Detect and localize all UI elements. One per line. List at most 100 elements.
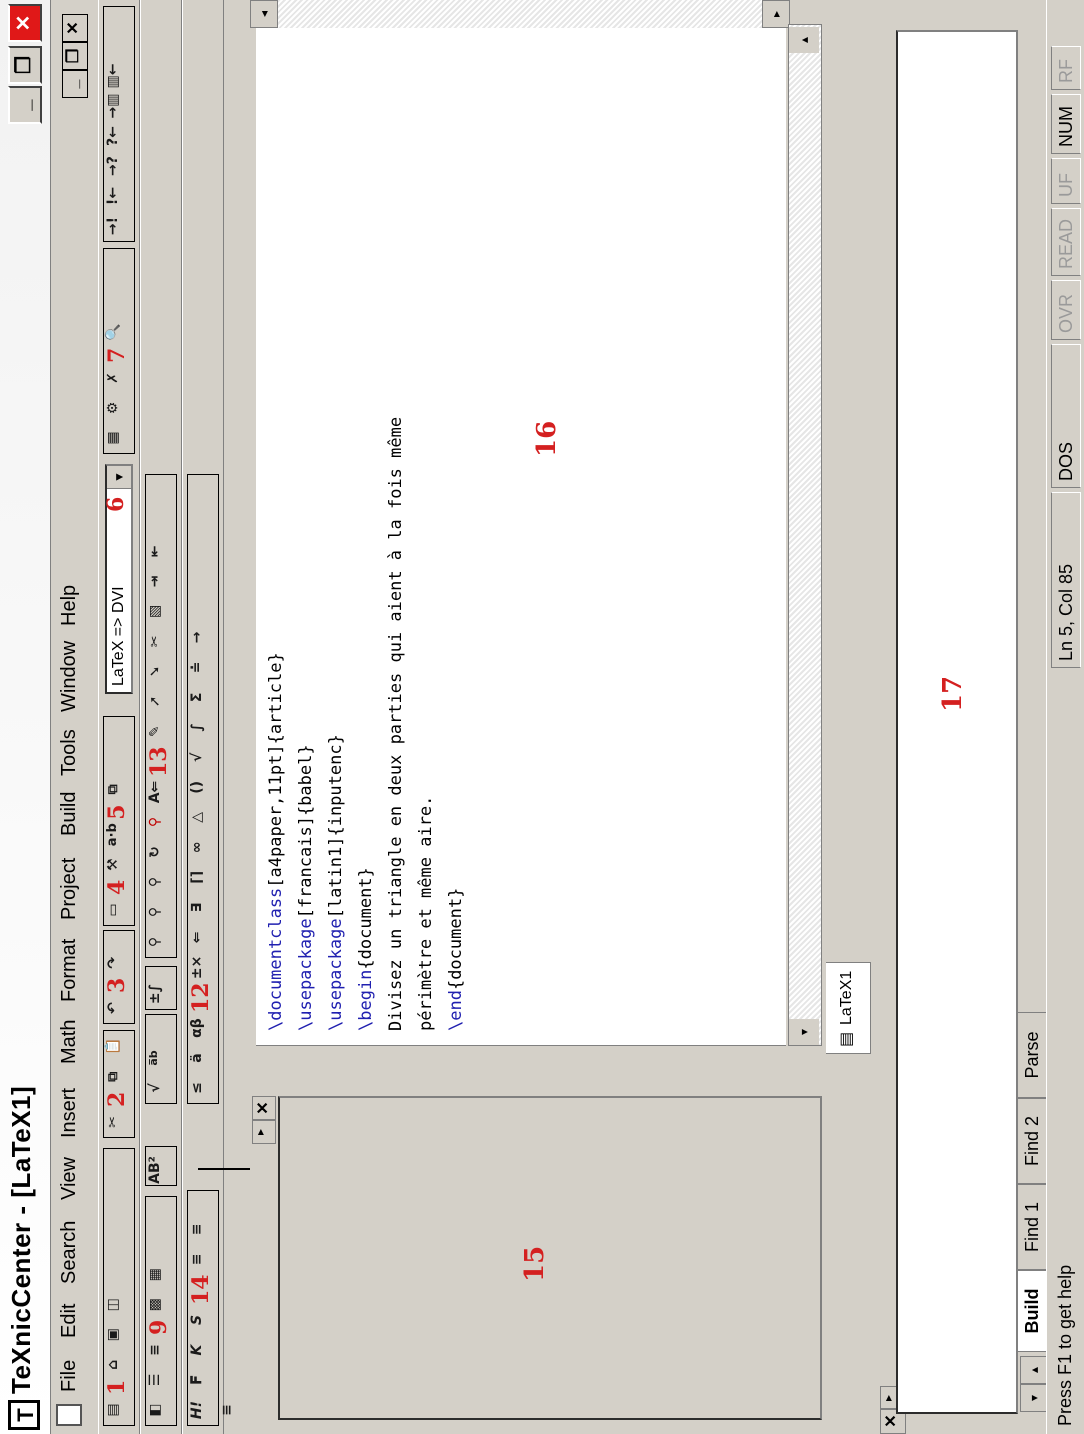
document-tab[interactable]: ▤ LaTeX1 [826, 962, 871, 1054]
menu-math[interactable]: Math [58, 1020, 81, 1064]
ab-replace-icon[interactable]: a·b [105, 821, 133, 849]
tab-find-1[interactable]: Find 1 [1018, 1184, 1049, 1270]
outdent-icon[interactable]: ⇤ [147, 537, 175, 565]
tab-parse[interactable]: Parse [1018, 1012, 1049, 1098]
fraction-icon[interactable]: √ [147, 1074, 175, 1102]
menu-format[interactable]: Format [58, 939, 81, 1002]
tab-find-2[interactable]: Find 2 [1018, 1098, 1049, 1184]
menu-search[interactable]: Search [58, 1221, 81, 1284]
code-editor[interactable]: \documentclass[a4paper,11pt]{article} \u… [256, 27, 786, 1046]
tab-build[interactable]: Build [1018, 1270, 1049, 1352]
root-icon[interactable]: √ [189, 743, 217, 771]
scroll-left-icon[interactable]: ▾ [789, 1019, 819, 1045]
triangle-icon[interactable]: △ [189, 803, 217, 831]
editor-vertical-scrollbar[interactable]: ◂ ▸ [250, 0, 790, 28]
bookmark-icon[interactable]: A⇐ [147, 778, 175, 806]
table-icon[interactable]: ▦ [147, 1261, 175, 1289]
save-all-icon[interactable]: ◫ [105, 1291, 133, 1319]
stop-build-icon[interactable]: ✗ [105, 364, 133, 392]
slanted-icon[interactable]: S [189, 1306, 217, 1334]
binoculars-icon[interactable]: ⚲ [147, 928, 175, 956]
chevron-down-icon[interactable]: ▼ [107, 466, 131, 489]
compile-icon[interactable]: ⚙ [105, 394, 133, 422]
spell-check-icon[interactable]: ▧ [147, 597, 175, 625]
binary-ops-icon[interactable]: ±× [189, 953, 217, 981]
tab-scroll-right-icon[interactable]: ▴ [1020, 1356, 1048, 1384]
menu-build[interactable]: Build [58, 792, 81, 836]
scroll-right-icon[interactable]: ▴ [789, 27, 819, 53]
document-icon[interactable] [56, 1404, 82, 1426]
mdi-restore-button[interactable]: ❐ [62, 42, 88, 70]
copy-icon[interactable]: ⧉ [105, 1063, 133, 1091]
menu-tools[interactable]: Tools [58, 729, 81, 776]
menu-view[interactable]: View [58, 1157, 81, 1200]
cut-icon[interactable]: ✂ [105, 1108, 133, 1136]
integral-icon[interactable]: ∫ [189, 713, 217, 741]
hammer-icon[interactable]: ⚒ [105, 851, 133, 879]
next-error-icon[interactable]: →! [105, 212, 133, 240]
toggle-bookmark-icon[interactable]: ✎ [147, 717, 175, 745]
next-bookmark-icon[interactable]: ➚ [147, 687, 175, 715]
redo-icon[interactable]: ↷ [105, 949, 133, 977]
menu-window[interactable]: Window [58, 641, 81, 712]
menu-file[interactable]: File [58, 1360, 81, 1392]
pane-close-icon[interactable]: ✕ [252, 1096, 276, 1120]
clear-bookmarks-icon[interactable]: ✂ [147, 627, 175, 655]
math-ops-icon[interactable]: ±∫ [147, 980, 175, 1008]
close-button[interactable]: ✕ [8, 4, 42, 42]
menu-insert[interactable]: Insert [58, 1088, 81, 1138]
build-icon[interactable]: ▦ [105, 424, 133, 452]
bold-icon[interactable]: 𝐅 [189, 1366, 217, 1394]
prev-error-icon[interactable]: !← [105, 182, 133, 210]
prev-box-icon[interactable]: ▥← [105, 62, 133, 90]
pane-arrow-icon[interactable]: ▸ [252, 1120, 276, 1144]
new-file-icon[interactable]: ▤ [105, 1396, 133, 1424]
superscript-icon[interactable]: AB² [147, 1156, 175, 1184]
undo-icon[interactable]: ↶ [105, 994, 133, 1022]
replace-icon[interactable]: ↻ [147, 838, 175, 866]
paste-icon[interactable]: 📋 [105, 1033, 133, 1061]
prev-warning-icon[interactable]: ?← [105, 122, 133, 150]
heading-icon[interactable]: H! [189, 1396, 217, 1424]
find-replace-icon[interactable]: ▭ [105, 896, 133, 924]
greek-icon[interactable]: αβ [189, 1014, 217, 1042]
mdi-close-button[interactable]: ✕ [62, 14, 88, 42]
italic-icon[interactable]: K [189, 1336, 217, 1364]
stacked-icon[interactable]: ≐ [189, 653, 217, 681]
accent-symbols-icon[interactable]: ä [189, 1044, 217, 1072]
build-profile-select[interactable]: LaTeX => DVI 6 ▼ [103, 464, 133, 694]
right-arrow-icon[interactable]: → [189, 623, 217, 651]
find-prev-icon[interactable]: ⚲ [147, 868, 175, 896]
align-right-icon[interactable]: ≡ [219, 1396, 247, 1424]
mdi-minimize-button[interactable]: _ [62, 70, 88, 98]
picture-icon[interactable]: ▩ [147, 1291, 175, 1319]
next-box-icon[interactable]: →▥ [105, 92, 133, 120]
bullet-list-icon[interactable]: ☰ [147, 1366, 175, 1394]
delimiters-icon[interactable]: ⌈⌉ [189, 863, 217, 891]
arrows-symbols-icon[interactable]: ⇐ [189, 923, 217, 951]
menu-help[interactable]: Help [58, 585, 81, 626]
indent-icon[interactable]: ⇥ [147, 567, 175, 595]
misc-symbols-icon[interactable]: ∃ [189, 893, 217, 921]
find-in-files-icon[interactable]: ⚲ [147, 808, 175, 836]
align-left-icon[interactable]: ≡ [189, 1245, 217, 1273]
open-file-icon[interactable]: ⌂ [105, 1351, 133, 1379]
infinity-icon[interactable]: ∞ [189, 833, 217, 861]
save-icon[interactable]: ▣ [105, 1321, 133, 1349]
numbered-list-icon[interactable]: ≡ [147, 1336, 175, 1364]
prev-bookmark-icon[interactable]: ➘ [147, 657, 175, 685]
view-output-icon[interactable]: 🔍 [105, 319, 133, 347]
find-next-icon[interactable]: ⚲ [147, 898, 175, 926]
scroll-down-icon[interactable]: ▸ [762, 0, 790, 28]
output-window[interactable]: 17 [896, 30, 1018, 1414]
sum-icon[interactable]: Σ [189, 683, 217, 711]
color-icon[interactable]: ◧ [147, 1396, 175, 1424]
relation-icon[interactable]: ≤ [189, 1074, 217, 1102]
parenthesis-icon[interactable]: () [189, 773, 217, 801]
align-center-icon[interactable]: ≡ [189, 1215, 217, 1243]
windows-icon[interactable]: ⧉ [105, 775, 133, 803]
project-tree[interactable]: 15 [278, 1096, 822, 1420]
restore-button[interactable]: ❐ [8, 46, 42, 84]
menu-project[interactable]: Project [58, 858, 81, 920]
tab-scroll-left-icon[interactable]: ▾ [1020, 1384, 1048, 1412]
